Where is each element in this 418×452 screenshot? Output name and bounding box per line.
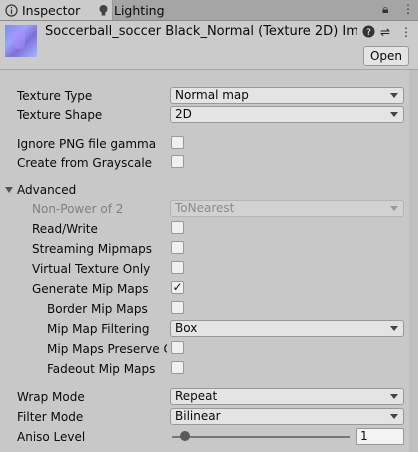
texture-type-label: Texture Type [17, 89, 93, 103]
aniso-level-input[interactable]: 1 [356, 428, 404, 445]
mip-maps-preserve-coverage-checkbox[interactable] [171, 341, 184, 354]
menu-kebab-icon[interactable]: ⋮ [402, 2, 414, 16]
aniso-level-slider-thumb[interactable] [180, 431, 190, 441]
read-write-checkbox[interactable] [171, 221, 184, 234]
border-mip-maps-checkbox[interactable] [171, 301, 184, 314]
help-icon[interactable]: ? [362, 25, 375, 41]
scrollbar[interactable] [409, 70, 418, 452]
help-icon-glyph: ? [362, 25, 375, 38]
wrap-mode-dropdown[interactable]: Repeat [170, 388, 404, 405]
streaming-mipmaps-row: Streaming Mipmaps [0, 239, 418, 259]
read-write-label: Read/Write [32, 222, 98, 236]
fadeout-mip-maps-row: Fadeout Mip Maps [0, 359, 418, 379]
border-mip-maps-label: Border Mip Maps [47, 302, 148, 316]
advanced-foldout[interactable]: Advanced [0, 180, 418, 200]
fadeout-mip-maps-label: Fadeout Mip Maps [47, 362, 156, 376]
mip-map-filtering-label: Mip Map Filtering [47, 322, 150, 336]
mip-map-filtering-dropdown[interactable]: Box [170, 320, 404, 337]
tab-bar: Inspector Lighting 🔒︎ ⋮ [0, 0, 418, 21]
texture-thumbnail [5, 25, 37, 57]
aniso-level-slider-track[interactable] [172, 436, 350, 438]
texture-type-dropdown[interactable]: Normal map [170, 87, 404, 104]
dropdown-arrow-icon [390, 112, 398, 117]
read-write-row: Read/Write [0, 219, 418, 239]
lightbulb-icon [99, 5, 108, 16]
info-icon [5, 4, 18, 17]
dropdown-arrow-icon [390, 414, 398, 419]
aniso-level-row: Aniso Level 1 [0, 427, 418, 447]
dropdown-arrow-icon [390, 326, 398, 331]
mip-maps-preserve-coverage-label: Mip Maps Preserve Coverage [47, 342, 167, 356]
texture-type-value: Normal map [175, 88, 249, 102]
texture-type-row: Texture Type Normal map [0, 86, 418, 106]
svg-text:?: ? [366, 28, 371, 38]
presets-icon[interactable]: ⇌ [380, 25, 390, 39]
checkmark-icon: ✓ [172, 280, 183, 294]
wrap-mode-row: Wrap Mode Repeat [0, 387, 418, 407]
filter-mode-row: Filter Mode Bilinear [0, 407, 418, 427]
create-from-grayscale-label: Create from Grayscale [17, 156, 153, 170]
virtual-texture-only-checkbox[interactable] [171, 261, 184, 274]
mip-map-filtering-row: Mip Map Filtering Box [0, 319, 418, 339]
foldout-expanded-icon [5, 187, 13, 193]
dropdown-arrow-icon [390, 93, 398, 98]
streaming-mipmaps-label: Streaming Mipmaps [32, 242, 153, 256]
advanced-label: Advanced [17, 183, 77, 197]
generate-mip-maps-label: Generate Mip Maps [32, 282, 149, 296]
ignore-png-gamma-row: Ignore PNG file gamma [0, 134, 418, 154]
mip-maps-preserve-coverage-row: Mip Maps Preserve Coverage [0, 339, 418, 359]
aniso-level-label: Aniso Level [17, 430, 86, 444]
texture-shape-dropdown[interactable]: 2D [170, 106, 404, 123]
tab-lighting-label: Lighting [114, 3, 165, 18]
create-from-grayscale-row: Create from Grayscale [0, 153, 418, 173]
lock-icon[interactable]: 🔒︎ [382, 2, 388, 17]
virtual-texture-only-label: Virtual Texture Only [32, 262, 151, 276]
non-power-of-2-dropdown: ToNearest [170, 200, 404, 217]
border-mip-maps-row: Border Mip Maps [0, 299, 418, 319]
open-button[interactable]: Open [363, 46, 409, 66]
wrap-mode-value: Repeat [175, 389, 218, 403]
asset-title: Soccerball_soccer Black_Normal (Texture … [45, 24, 357, 39]
non-power-of-2-row: Non-Power of 2 ToNearest [0, 199, 418, 219]
filter-mode-value: Bilinear [175, 409, 221, 423]
create-from-grayscale-checkbox[interactable] [171, 155, 184, 168]
texture-shape-value: 2D [175, 107, 192, 121]
wrap-mode-label: Wrap Mode [17, 390, 85, 404]
filter-mode-dropdown[interactable]: Bilinear [170, 408, 404, 425]
dropdown-arrow-icon [390, 394, 398, 399]
settings-menu-icon[interactable]: ⋮ [400, 25, 412, 39]
fadeout-mip-maps-checkbox[interactable] [171, 361, 184, 374]
generate-mip-maps-row: Generate Mip Maps ✓ [0, 279, 418, 299]
non-power-of-2-value: ToNearest [175, 201, 235, 215]
ignore-png-gamma-checkbox[interactable] [171, 136, 184, 149]
generate-mip-maps-checkbox[interactable]: ✓ [171, 281, 184, 294]
non-power-of-2-label: Non-Power of 2 [32, 202, 124, 216]
tab-lighting[interactable]: Lighting [92, 0, 194, 20]
streaming-mipmaps-checkbox[interactable] [171, 241, 184, 254]
filter-mode-label: Filter Mode [17, 410, 84, 424]
dropdown-arrow-icon [390, 206, 398, 211]
ignore-png-gamma-label: Ignore PNG file gamma [17, 137, 157, 151]
virtual-texture-only-row: Virtual Texture Only [0, 259, 418, 279]
texture-shape-row: Texture Shape 2D [0, 105, 418, 125]
asset-header: Soccerball_soccer Black_Normal (Texture … [0, 21, 418, 70]
mip-map-filtering-value: Box [175, 321, 198, 335]
tab-inspector-label: Inspector [22, 3, 81, 18]
texture-shape-label: Texture Shape [17, 108, 103, 122]
